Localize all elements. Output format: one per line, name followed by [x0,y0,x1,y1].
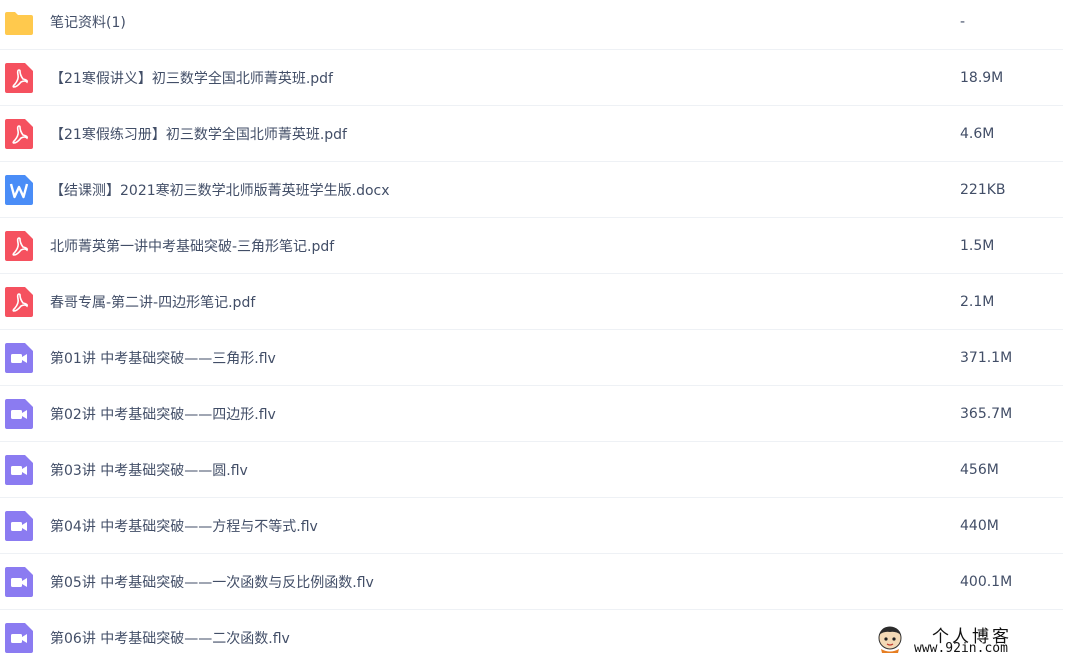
watermark-url: www.92in.com [914,641,1008,656]
file-size: 221KB [960,181,1006,198]
file-name[interactable]: 第02讲 中考基础突破——四边形.flv [50,404,276,424]
file-name[interactable]: 【21寒假讲义】初三数学全国北师菁英班.pdf [50,68,333,88]
avatar-icon [876,624,904,654]
file-row[interactable]: 【21寒假练习册】初三数学全国北师菁英班.pdf 4.6M [0,106,1063,162]
pdf-icon [5,286,33,317]
file-size: 440M [960,517,999,534]
file-row[interactable]: 第05讲 中考基础突破——一次函数与反比例函数.flv 400.1M [0,554,1063,610]
file-name[interactable]: 北师菁英第一讲中考基础突破-三角形笔记.pdf [50,236,334,256]
file-size: 365.7M [960,405,1013,422]
file-row[interactable]: 第04讲 中考基础突破——方程与不等式.flv 440M [0,498,1063,554]
file-size: 371.1M [960,349,1013,366]
video-icon [5,342,33,373]
file-row[interactable]: 【21寒假讲义】初三数学全国北师菁英班.pdf 18.9M [0,50,1063,106]
file-list: 笔记资料(1) - 【21寒假讲义】初三数学全国北师菁英班.pdf 18.9M … [0,0,1065,661]
file-name[interactable]: 第05讲 中考基础突破——一次函数与反比例函数.flv [50,572,374,592]
file-size: - [960,13,966,30]
file-name[interactable]: 第04讲 中考基础突破——方程与不等式.flv [50,516,318,536]
file-size: 400.1M [960,573,1013,590]
pdf-icon [5,230,33,261]
video-icon [5,398,33,429]
file-name[interactable]: 第03讲 中考基础突破——圆.flv [50,460,248,480]
file-row[interactable]: 第01讲 中考基础突破——三角形.flv 371.1M [0,330,1063,386]
file-size: 1.5M [960,237,995,254]
video-icon [5,510,33,541]
file-row[interactable]: 北师菁英第一讲中考基础突破-三角形笔记.pdf 1.5M [0,218,1063,274]
video-icon [5,566,33,597]
file-row[interactable]: 笔记资料(1) - [0,0,1063,50]
watermark: 个人博客 www.92in.com [870,620,1060,660]
file-size: 18.9M [960,69,1004,86]
file-row[interactable]: 第03讲 中考基础突破——圆.flv 456M [0,442,1063,498]
file-size: 456M [960,461,999,478]
file-name[interactable]: 第01讲 中考基础突破——三角形.flv [50,348,276,368]
video-icon [5,622,33,653]
word-icon [5,174,33,205]
file-row[interactable]: 【结课测】2021寒初三数学北师版菁英班学生版.docx 221KB [0,162,1063,218]
file-name[interactable]: 第06讲 中考基础突破——二次函数.flv [50,628,290,648]
pdf-icon [5,62,33,93]
file-name[interactable]: 春哥专属-第二讲-四边形笔记.pdf [50,292,255,312]
file-name[interactable]: 【结课测】2021寒初三数学北师版菁英班学生版.docx [50,180,390,200]
file-size: 4.6M [960,125,995,142]
video-icon [5,454,33,485]
file-row[interactable]: 春哥专属-第二讲-四边形笔记.pdf 2.1M [0,274,1063,330]
file-size: 2.1M [960,293,995,310]
folder-icon [5,7,33,37]
file-name[interactable]: 笔记资料(1) [50,12,126,32]
file-row[interactable]: 第02讲 中考基础突破——四边形.flv 365.7M [0,386,1063,442]
file-name[interactable]: 【21寒假练习册】初三数学全国北师菁英班.pdf [50,124,347,144]
pdf-icon [5,118,33,149]
